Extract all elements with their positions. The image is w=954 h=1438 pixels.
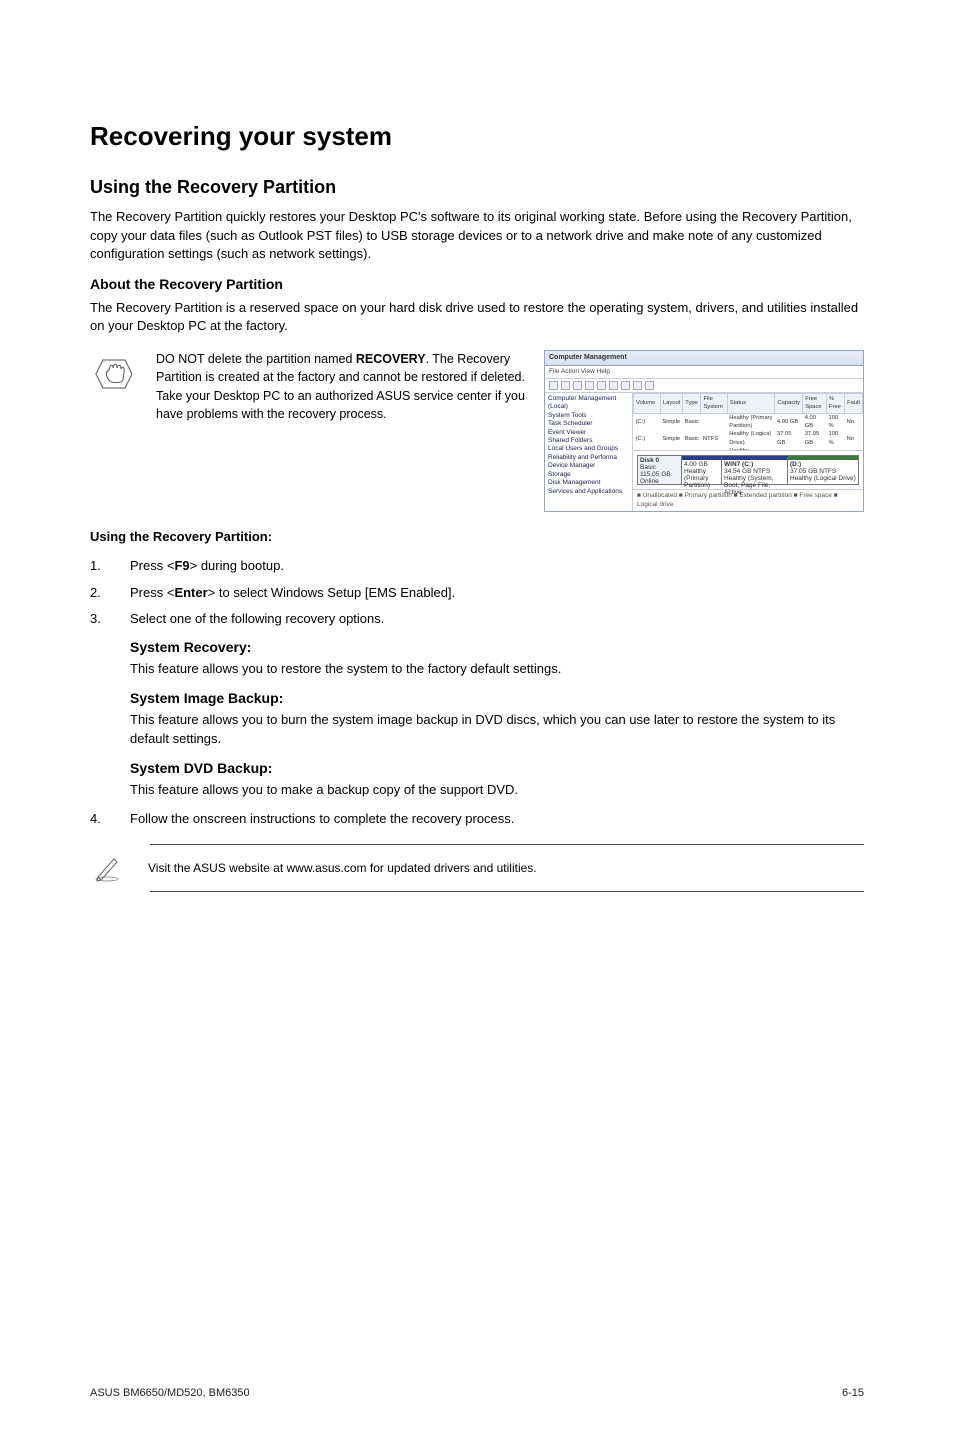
page-footer: ASUS BM6650/MD520, BM6350 6-15 <box>0 1386 954 1438</box>
pencil-note-icon <box>90 851 124 885</box>
step-2: 2. Press <Enter> to select Windows Setup… <box>90 584 864 603</box>
steps-heading: Using the Recovery Partition: <box>90 528 864 547</box>
tree-panel: Computer Management (Local) System Tools… <box>545 393 633 511</box>
toolbar <box>545 379 863 393</box>
section-heading-using-recovery: Using the Recovery Partition <box>90 174 864 200</box>
about-paragraph: The Recovery Partition is a reserved spa… <box>90 299 864 337</box>
option-system-recovery: System Recovery: This feature allows you… <box>130 637 864 678</box>
step-1: 1. Press <F9> during bootup. <box>90 557 864 576</box>
disk-legend: ■ Unallocated ■ Primary partition ■ Exte… <box>633 489 863 511</box>
warning-text: DO NOT delete the partition named RECOVE… <box>156 350 526 423</box>
footnote-text: Visit the ASUS website at www.asus.com f… <box>148 860 864 877</box>
hand-stop-icon <box>90 350 138 398</box>
option-system-dvd-backup: System DVD Backup: This feature allows y… <box>130 758 864 799</box>
footer-page-number: 6-15 <box>842 1386 864 1402</box>
option-system-image-backup: System Image Backup: This feature allows… <box>130 688 864 748</box>
window-title: Computer Management <box>545 351 863 366</box>
about-heading: About the Recovery Partition <box>90 274 864 294</box>
intro-paragraph: The Recovery Partition quickly restores … <box>90 208 864 265</box>
footnote-block: Visit the ASUS website at www.asus.com f… <box>90 844 864 892</box>
footer-model: ASUS BM6650/MD520, BM6350 <box>90 1386 250 1402</box>
step-4: 4. Follow the onscreen instructions to c… <box>90 810 864 829</box>
volume-list: Volume Layout Type File System Status Ca… <box>633 393 863 451</box>
step-3: 3. Select one of the following recovery … <box>90 610 864 629</box>
page-title: Recovering your system <box>90 118 864 156</box>
menu-bar: File Action View Help <box>545 366 863 378</box>
warning-note: DO NOT delete the partition named RECOVE… <box>90 350 864 512</box>
disk-graph: Disk 0 Basic 115.05 GB Online 4.00 GB He… <box>633 451 863 489</box>
disk-management-screenshot: Computer Management File Action View Hel… <box>544 350 864 512</box>
